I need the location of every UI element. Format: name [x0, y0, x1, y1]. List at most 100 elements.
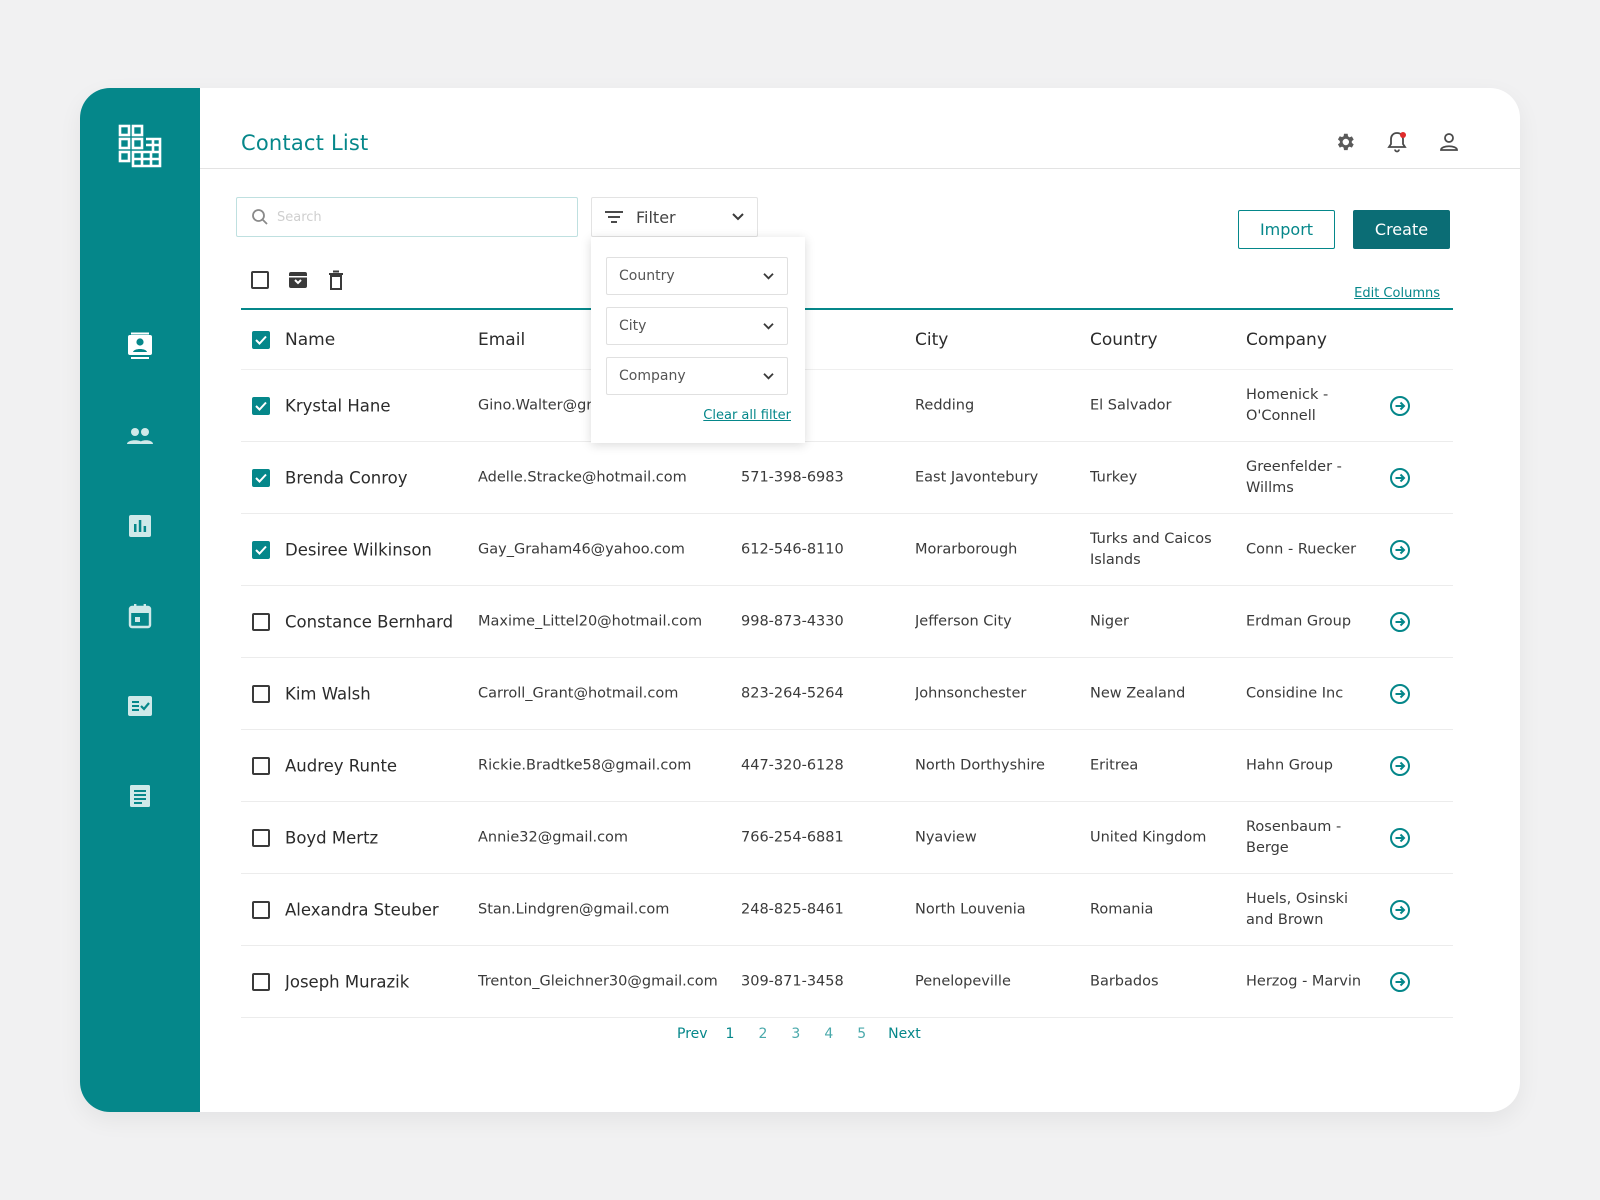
city-filter-select[interactable]: City [606, 307, 788, 345]
contact-country: Barbados [1090, 973, 1159, 989]
search-input[interactable] [277, 209, 557, 225]
table-row[interactable]: Kim Walsh Carroll_Grant@hotmail.com 823-26… [241, 658, 1453, 730]
open-contact-button[interactable] [1389, 395, 1411, 417]
next-page-link[interactable]: Next [888, 1026, 921, 1042]
sidebar-item-contacts[interactable] [126, 332, 154, 360]
sidebar-item-reports[interactable] [126, 512, 154, 540]
page-link-5[interactable]: 5 [857, 1026, 866, 1042]
column-header-city[interactable]: City [915, 330, 1085, 350]
header-divider [200, 168, 1520, 169]
row-checkbox[interactable] [252, 828, 270, 847]
pagination: Prev 1 2 3 4 5 Next [677, 1026, 921, 1042]
arrow-circle-right-icon [1390, 683, 1410, 704]
open-contact-button[interactable] [1389, 683, 1411, 705]
open-contact-button[interactable] [1389, 611, 1411, 633]
table-row[interactable]: Joseph Murazik Trenton_Gleichner30@gmail.… [241, 946, 1453, 1018]
page-link-2[interactable]: 2 [758, 1026, 767, 1042]
people-icon [127, 428, 153, 444]
contact-phone: 823-264-5264 [741, 685, 844, 701]
notes-icon [130, 785, 150, 807]
checklist-icon [128, 696, 152, 716]
row-checkbox[interactable] [252, 540, 270, 559]
contact-company: Hahn Group [1246, 757, 1333, 773]
country-filter-label: Country [619, 268, 675, 284]
row-checkbox[interactable] [252, 756, 270, 775]
column-header-name[interactable]: Name [285, 330, 475, 350]
checkmark-icon [255, 335, 267, 345]
page-link-3[interactable]: 3 [791, 1026, 800, 1042]
contact-email[interactable]: Annie32@gmail.com [478, 827, 733, 848]
search-box[interactable] [236, 197, 578, 237]
table-row[interactable]: Boyd Mertz Annie32@gmail.com 766-254-6881 N… [241, 802, 1453, 874]
arrow-circle-right-icon [1390, 539, 1410, 560]
company-filter-select[interactable]: Company [606, 357, 788, 395]
search-icon [252, 209, 268, 225]
contact-country: Turkey [1090, 469, 1138, 485]
contact-company: Erdman Group [1246, 613, 1352, 629]
contact-phone: 766-254-6881 [741, 829, 844, 845]
contact-phone: 447-320-6128 [741, 757, 844, 773]
contact-email[interactable]: Stan.Lindgren@gmail.com [478, 899, 733, 920]
open-contact-button[interactable] [1389, 971, 1411, 993]
delete-button[interactable] [326, 270, 346, 290]
table-row[interactable]: Desiree Wilkinson Gay_Graham46@yahoo.com 6… [241, 514, 1453, 586]
archive-button[interactable] [288, 270, 308, 290]
contact-company: Homenick - O'Connell [1246, 386, 1329, 424]
sidebar-item-people[interactable] [126, 422, 154, 450]
page-link-4[interactable]: 4 [824, 1026, 833, 1042]
edit-columns-link[interactable]: Edit Columns [1354, 286, 1440, 301]
column-header-company[interactable]: Company [1246, 330, 1366, 350]
contact-company: Considine Inc [1246, 685, 1344, 701]
row-checkbox[interactable] [252, 612, 270, 631]
sidebar-item-calendar[interactable] [126, 602, 154, 630]
contact-name: Alexandra Steuber [285, 900, 439, 919]
contact-name: Constance Bernhard [285, 612, 454, 631]
contact-email[interactable]: Carroll_Grant@hotmail.com [478, 683, 733, 704]
open-contact-button[interactable] [1389, 755, 1411, 777]
header-checkbox[interactable] [252, 330, 270, 349]
open-contact-button[interactable] [1389, 467, 1411, 489]
profile-button[interactable] [1436, 129, 1462, 155]
contact-email[interactable]: Rickie.Bradtke58@gmail.com [478, 755, 733, 776]
prev-page-link[interactable]: Prev [677, 1026, 708, 1042]
notifications-button[interactable] [1384, 129, 1410, 155]
row-checkbox[interactable] [252, 396, 270, 415]
contact-city: North Dorthyshire [915, 757, 1045, 773]
contact-email[interactable]: Adelle.Stracke@hotmail.com [478, 467, 733, 488]
sidebar-item-tasks[interactable] [126, 692, 154, 720]
open-contact-button[interactable] [1389, 827, 1411, 849]
row-checkbox[interactable] [252, 468, 270, 487]
row-checkbox[interactable] [252, 900, 270, 919]
sidebar-item-notes[interactable] [126, 782, 154, 810]
row-checkbox[interactable] [252, 684, 270, 703]
app-window: Contact List Search Filter Country City … [80, 88, 1520, 1112]
settings-button[interactable] [1332, 129, 1358, 155]
filter-dropdown[interactable]: Filter [591, 197, 758, 237]
contact-city: Morarborough [915, 541, 1018, 557]
app-logo-icon[interactable] [118, 124, 162, 168]
table-row[interactable]: Audrey Runte Rickie.Bradtke58@gmail.com 44… [241, 730, 1453, 802]
select-all-checkbox[interactable] [250, 270, 270, 290]
table-row[interactable]: Alexandra Steuber Stan.Lindgren@gmail.com… [241, 874, 1453, 946]
table-row[interactable]: Krystal HaneGino.Walter@gr-2896ReddingEl… [241, 370, 1453, 442]
main-content: Contact List Search Filter Country City … [200, 88, 1520, 1112]
country-filter-select[interactable]: Country [606, 257, 788, 295]
contact-city: Penelopeville [915, 973, 1011, 989]
contact-country: New Zealand [1090, 685, 1186, 701]
import-button[interactable]: Import [1238, 210, 1335, 249]
create-button[interactable]: Create [1353, 210, 1450, 249]
contact-company: Conn - Ruecker [1246, 541, 1357, 557]
column-header-country[interactable]: Country [1090, 330, 1240, 350]
row-checkbox[interactable] [252, 972, 270, 991]
contact-email[interactable]: Maxime_Littel20@hotmail.com [478, 611, 733, 632]
open-contact-button[interactable] [1389, 539, 1411, 561]
table-row[interactable]: Constance Bernhard Maxime_Littel20@hotmai… [241, 586, 1453, 658]
clear-all-filter-link[interactable]: Clear all filter [703, 408, 791, 423]
contact-name: Audrey Runte [285, 756, 398, 775]
table-row[interactable]: Brenda Conroy Adelle.Stracke@hotmail.com 5… [241, 442, 1453, 514]
contact-email[interactable]: Gay_Graham46@yahoo.com [478, 539, 733, 560]
contact-email[interactable]: Trenton_Gleichner30@gmail.com [478, 971, 733, 992]
user-icon [1440, 133, 1458, 151]
open-contact-button[interactable] [1389, 899, 1411, 921]
page-link-1[interactable]: 1 [726, 1026, 735, 1042]
